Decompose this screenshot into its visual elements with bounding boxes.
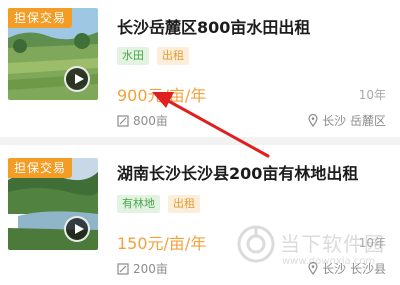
area-value: 800亩 (133, 114, 168, 128)
listing-screen: 担保交易 长沙岳麓区800亩水田出租 水田 出租 900元/亩/年 10年 80… (0, 0, 400, 285)
location-pin-icon (308, 114, 318, 127)
location-pin-icon (308, 262, 318, 275)
location-value: 长沙 长沙县 (322, 262, 386, 276)
listing-thumbnail[interactable]: 担保交易 (8, 158, 98, 250)
location: 长沙 长沙县 (308, 260, 386, 277)
land-type-tag: 有林地 (117, 195, 160, 213)
guarantee-badge: 担保交易 (8, 8, 73, 28)
play-video-icon[interactable] (64, 66, 90, 92)
listing-price: 150元/亩/年 (117, 234, 207, 253)
play-video-icon[interactable] (64, 216, 90, 242)
land-area: 200亩 (117, 260, 168, 277)
rent-type-tag: 出租 (168, 195, 200, 213)
listing-price: 900元/亩/年 (117, 86, 207, 105)
area-icon (117, 262, 129, 275)
land-type-tag: 水田 (117, 47, 149, 65)
listing-thumbnail[interactable]: 担保交易 (8, 8, 98, 100)
location-value: 长沙 岳麓区 (322, 114, 386, 128)
rent-type-tag: 出租 (157, 47, 189, 65)
listing-title[interactable]: 湖南长沙长沙县200亩有林地出租 (117, 160, 358, 184)
listing-card[interactable]: 担保交易 湖南长沙长沙县200亩有林地出租 有林地 出租 150元/亩/年 10… (0, 150, 400, 285)
location: 长沙 岳麓区 (308, 112, 386, 129)
area-icon (117, 114, 129, 127)
area-value: 200亩 (133, 262, 168, 276)
tag-list: 水田 出租 (117, 47, 189, 65)
listing-title[interactable]: 长沙岳麓区800亩水田出租 (117, 14, 310, 38)
lease-years: 10年 (358, 88, 386, 102)
guarantee-badge: 担保交易 (8, 158, 73, 178)
card-divider (0, 137, 400, 145)
land-area: 800亩 (117, 112, 168, 129)
tag-list: 有林地 出租 (117, 195, 200, 213)
listing-card[interactable]: 担保交易 长沙岳麓区800亩水田出租 水田 出租 900元/亩/年 10年 80… (0, 0, 400, 135)
lease-years: 10年 (358, 236, 386, 250)
